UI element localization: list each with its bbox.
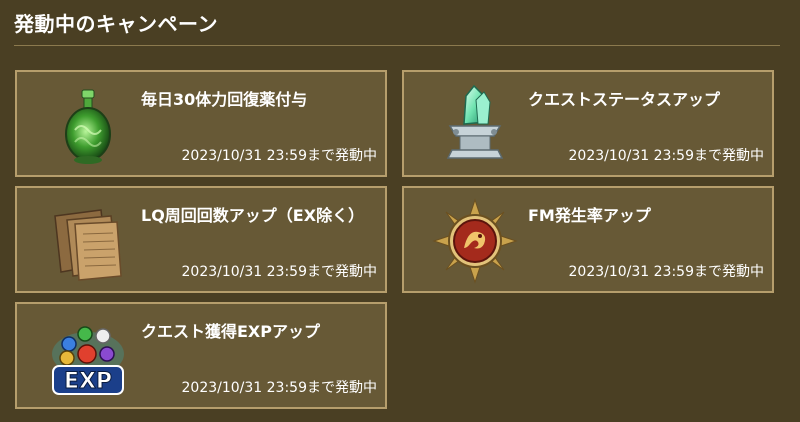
page-title: 発動中のキャンペーン (14, 12, 218, 36)
campaign-status: 2023/10/31 23:59まで発動中 (568, 148, 765, 164)
crystal-pedestal-icon (432, 82, 518, 168)
header-divider (14, 45, 780, 46)
green-potion-icon (45, 82, 131, 168)
campaign-title: クエスト獲得EXPアップ (141, 322, 320, 341)
campaign-status: 2023/10/31 23:59まで発動中 (181, 148, 378, 164)
campaign-title: LQ周回回数アップ（EX除く） (141, 206, 365, 225)
campaign-card-exp-up[interactable]: EXP クエスト獲得EXPアップ 2023/10/31 23:59まで発動中 (15, 302, 387, 409)
campaign-status: 2023/10/31 23:59まで発動中 (568, 264, 765, 280)
exp-icon-text: EXP (64, 369, 112, 394)
campaign-card-fm-rate[interactable]: FM発生率アップ 2023/10/31 23:59まで発動中 (402, 186, 774, 293)
campaign-status: 2023/10/31 23:59まで発動中 (181, 380, 378, 396)
campaign-card-lq-laps[interactable]: LQ周回回数アップ（EX除く） 2023/10/31 23:59まで発動中 (15, 186, 387, 293)
campaign-card-quest-status[interactable]: クエストステータスアップ 2023/10/31 23:59まで発動中 (402, 70, 774, 177)
fire-medal-icon (432, 198, 518, 284)
campaign-title: 毎日30体力回復薬付与 (141, 90, 308, 109)
exp-orbs-icon: EXP (45, 314, 131, 400)
parchment-scroll-icon (45, 198, 131, 284)
campaign-status: 2023/10/31 23:59まで発動中 (181, 264, 378, 280)
campaign-title: FM発生率アップ (528, 206, 651, 225)
campaign-title: クエストステータスアップ (528, 90, 721, 109)
campaign-card-hp-potion[interactable]: 毎日30体力回復薬付与 2023/10/31 23:59まで発動中 (15, 70, 387, 177)
